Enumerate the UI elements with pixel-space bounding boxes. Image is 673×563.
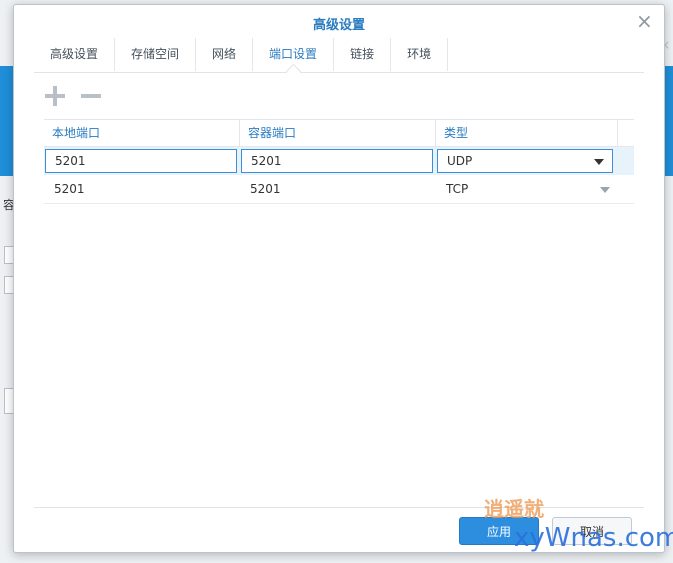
- tab-environment[interactable]: 环境: [391, 38, 449, 71]
- footer-divider: [34, 507, 644, 508]
- watermark-logo-en: xyWnas.com: [514, 523, 673, 553]
- chevron-down-icon[interactable]: [600, 187, 610, 193]
- type-select[interactable]: UDP: [437, 149, 613, 173]
- tab-network[interactable]: 网络: [196, 38, 254, 71]
- port-toolbar: [44, 85, 102, 107]
- watermark-logo-cn: 逍遥就: [484, 497, 544, 521]
- container-port-cell[interactable]: 5201: [240, 175, 436, 203]
- tab-bar: 高级设置 存储空间 网络 端口设置 链接 环境: [34, 38, 644, 73]
- port-table: 本地端口 容器端口 类型 5201 5201 UDP 5201 5201 TCP: [44, 119, 634, 204]
- type-select-value: UDP: [447, 154, 473, 168]
- tab-advanced[interactable]: 高级设置: [34, 38, 116, 71]
- type-cell-value: TCP: [446, 182, 469, 196]
- tab-port-settings[interactable]: 端口设置: [253, 38, 335, 71]
- dialog-title: 高级设置: [312, 18, 365, 33]
- table-row[interactable]: 5201 5201 TCP: [44, 175, 634, 204]
- container-port-input[interactable]: 5201: [241, 149, 433, 173]
- close-icon[interactable]: ×: [636, 11, 653, 31]
- local-port-input[interactable]: 5201: [45, 149, 237, 173]
- column-header-local-port[interactable]: 本地端口: [44, 120, 240, 146]
- column-header-container-port[interactable]: 容器端口: [240, 120, 436, 146]
- advanced-settings-dialog: 高级设置 × 高级设置 存储空间 网络 端口设置 链接 环境 本地端口 容器端口…: [13, 4, 673, 553]
- column-header-spacer: [618, 120, 634, 146]
- column-header-type[interactable]: 类型: [436, 120, 618, 146]
- tab-links[interactable]: 链接: [334, 38, 392, 71]
- minus-icon[interactable]: [80, 85, 102, 107]
- plus-icon[interactable]: [44, 85, 66, 107]
- type-cell[interactable]: TCP: [436, 175, 618, 203]
- local-port-cell[interactable]: 5201: [44, 175, 240, 203]
- table-header: 本地端口 容器端口 类型: [44, 119, 634, 147]
- tab-storage[interactable]: 存储空间: [115, 38, 197, 71]
- chevron-down-icon[interactable]: [594, 159, 604, 165]
- table-row[interactable]: 5201 5201 UDP: [44, 147, 634, 175]
